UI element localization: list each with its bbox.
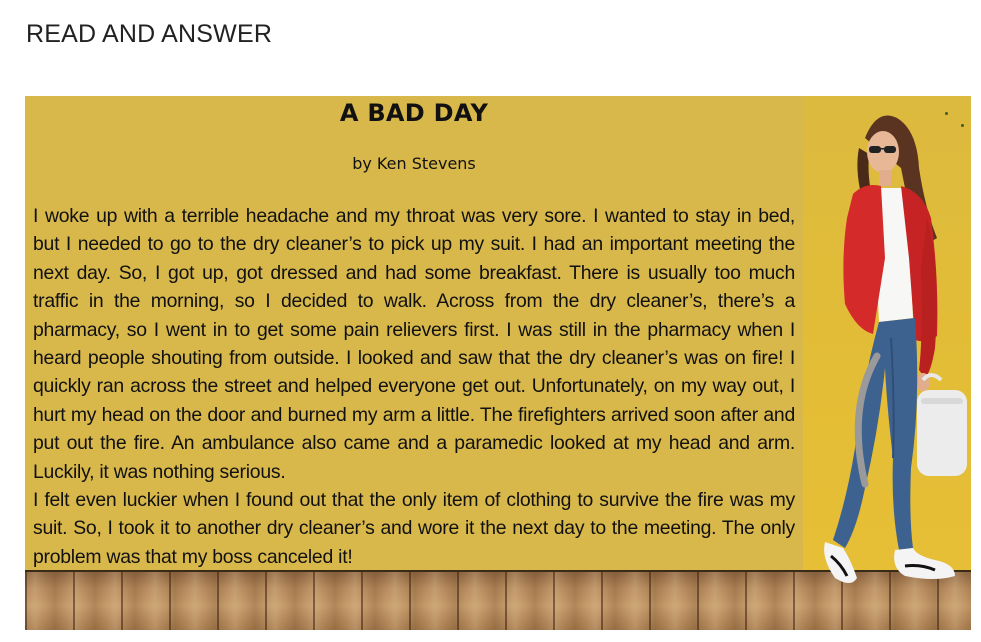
story-paragraph-1: I woke up with a terrible headache and m… <box>33 205 795 483</box>
story-slide: A BAD DAY by Ken Stevens I woke up with … <box>25 96 971 630</box>
story-author: by Ken Stevens <box>352 154 476 173</box>
page-title: READ AND ANSWER <box>26 20 273 48</box>
story-title: A BAD DAY <box>339 99 489 127</box>
story-paragraph-2: I felt even luckier when I found out tha… <box>33 489 795 568</box>
walking-woman-illustration <box>824 115 967 583</box>
story-text: I woke up with a terrible headache and m… <box>33 202 795 571</box>
